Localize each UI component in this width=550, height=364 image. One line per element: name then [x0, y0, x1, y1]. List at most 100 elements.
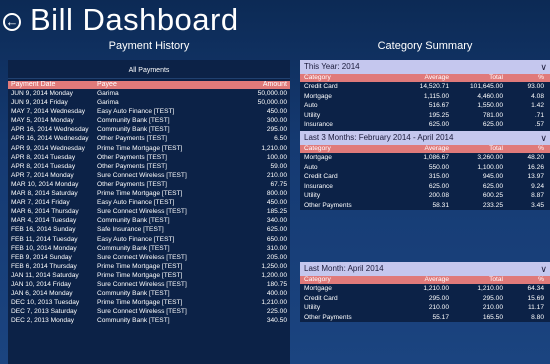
- category-row[interactable]: Insurance 625.00 625.00 .57: [300, 120, 550, 130]
- category-row[interactable]: Other Payments 58.31 233.25 3.45: [300, 201, 550, 211]
- column-header-payment-date[interactable]: Payment Date: [8, 81, 97, 89]
- payment-row[interactable]: MAY 5, 2014 Monday Community Bank [TEST] 3…: [8, 116, 290, 125]
- payment-row[interactable]: FEB 16, 2014 Sunday Safe Insurance [TEST]…: [8, 225, 290, 234]
- amount-cell: 67.75: [270, 180, 287, 188]
- payment-date-cell: MAY 7, 2014 Wednesday: [11, 108, 86, 116]
- payment-row[interactable]: FEB 10, 2014 Monday Community Bank [TEST]…: [8, 244, 290, 253]
- category-row[interactable]: Insurance 625.00 625.00 9.24: [300, 182, 550, 192]
- total-cell: 3,260.00: [477, 154, 503, 161]
- column-header-total[interactable]: Total: [449, 145, 503, 153]
- column-header-average[interactable]: Average: [396, 145, 449, 153]
- average-cell: 625.00: [428, 121, 449, 128]
- chevron-down-icon[interactable]: ∨: [540, 262, 547, 276]
- column-header-category[interactable]: Category: [300, 145, 396, 153]
- payment-row[interactable]: JUN 9, 2014 Monday Garima 50,000.00: [8, 89, 290, 98]
- payee-cell: Community Bank [TEST]: [97, 117, 170, 125]
- payment-filter[interactable]: All Payments: [8, 62, 290, 79]
- payment-table-header: Payment Date Payee Amount: [8, 81, 290, 89]
- category-row[interactable]: Mortgage 1,115.00 4,460.00 4.08: [300, 92, 550, 102]
- payment-row[interactable]: MAR 6, 2014 Thursday Sure Connect Wireles…: [8, 207, 290, 216]
- payment-row[interactable]: FEB 11, 2014 Tuesday Easy Auto Finance [T…: [8, 235, 290, 244]
- payment-row[interactable]: MAR 7, 2014 Friday Easy Auto Finance [TES…: [8, 198, 290, 207]
- payment-date-cell: FEB 9, 2014 Sunday: [11, 253, 72, 261]
- column-header-payee[interactable]: Payee: [97, 81, 225, 89]
- category-cell: Credit Card: [304, 83, 338, 90]
- category-cell: Insurance: [304, 121, 333, 128]
- amount-cell: 800.00: [266, 190, 287, 198]
- payment-date-cell: APR 9, 2014 Wednesday: [11, 144, 85, 152]
- category-row[interactable]: Mortgage 1,210.00 1,210.00 64.34: [300, 284, 550, 294]
- payment-row[interactable]: JAN 6, 2014 Monday Community Bank [TEST] 4…: [8, 289, 290, 298]
- payment-row[interactable]: JAN 11, 2014 Saturday Prime Time Mortgage…: [8, 271, 290, 280]
- payment-row[interactable]: FEB 6, 2014 Thursday Prime Time Mortgage …: [8, 262, 290, 271]
- payment-date-cell: FEB 10, 2014 Monday: [11, 244, 77, 252]
- column-header-average[interactable]: Average: [396, 74, 449, 82]
- payment-row[interactable]: JAN 10, 2014 Friday Sure Connect Wireless…: [8, 280, 290, 289]
- average-cell: 55.17: [432, 313, 449, 321]
- category-row[interactable]: Utility 195.25 781.00 .71: [300, 111, 550, 121]
- category-row[interactable]: Credit Card 14,520.71 101,645.00 93.00: [300, 82, 550, 92]
- payment-row[interactable]: APR 16, 2014 Wednesday Community Bank [TE…: [8, 125, 290, 134]
- payment-row[interactable]: DEC 10, 2013 Tuesday Prime Time Mortgage …: [8, 298, 290, 307]
- payment-row[interactable]: APR 16, 2014 Wednesday Other Payments [TE…: [8, 134, 290, 143]
- payment-date-cell: APR 8, 2014 Tuesday: [11, 153, 76, 161]
- amount-cell: 185.25: [266, 208, 287, 216]
- payment-row[interactable]: MAR 4, 2014 Tuesday Community Bank [TEST]…: [8, 216, 290, 225]
- amount-cell: 1,200.00: [261, 271, 287, 279]
- amount-cell: 450.00: [266, 108, 287, 116]
- column-header-average[interactable]: Average: [396, 276, 449, 284]
- chevron-down-icon[interactable]: ∨: [540, 60, 547, 74]
- category-row[interactable]: Credit Card 295.00 295.00 15.69: [300, 294, 550, 304]
- payment-row[interactable]: APR 8, 2014 Tuesday Other Payments [TEST]…: [8, 162, 290, 171]
- amount-cell: 400.00: [266, 290, 287, 298]
- payment-row[interactable]: DEC 2, 2013 Monday Community Bank [TEST] 3…: [8, 316, 290, 325]
- total-cell: 233.25: [482, 201, 503, 209]
- percent-cell: 15.69: [527, 294, 544, 302]
- payee-cell: Other Payments [TEST]: [97, 153, 167, 161]
- payment-row[interactable]: MAR 10, 2014 Monday Other Payments [TEST]…: [8, 180, 290, 189]
- amount-cell: 210.00: [266, 171, 287, 179]
- payee-cell: Community Bank [TEST]: [97, 317, 170, 325]
- payment-row[interactable]: JUN 9, 2014 Friday Garima 50,000.00: [8, 98, 290, 107]
- payee-cell: Garima: [97, 90, 119, 97]
- percent-cell: 9.24: [531, 182, 544, 190]
- payment-row[interactable]: MAR 8, 2014 Saturday Prime Time Mortgage …: [8, 189, 290, 198]
- payment-row[interactable]: DEC 7, 2013 Saturday Sure Connect Wireles…: [8, 307, 290, 316]
- payment-row[interactable]: APR 9, 2014 Wednesday Prime Time Mortgage…: [8, 144, 290, 153]
- back-button[interactable]: ←: [3, 13, 21, 31]
- payee-cell: Prime Time Mortgage [TEST]: [97, 299, 183, 307]
- column-header-percent[interactable]: %: [503, 74, 548, 82]
- payment-date-cell: JUN 9, 2014 Friday: [11, 99, 68, 107]
- column-header-amount[interactable]: Amount: [225, 81, 290, 89]
- payment-row[interactable]: APR 7, 2014 Monday Sure Connect Wireless …: [8, 171, 290, 180]
- payee-cell: Garima: [97, 99, 119, 107]
- category-row[interactable]: Mortgage 1,086.67 3,260.00 48.20: [300, 153, 550, 163]
- column-header-total[interactable]: Total: [449, 276, 503, 284]
- category-cell: Other Payments: [304, 201, 352, 209]
- category-section: Last Month: April 2014 ∨ Category Average To…: [300, 262, 550, 322]
- category-row[interactable]: Auto 550.00 1,100.00 16.26: [300, 163, 550, 173]
- total-cell: 781.00: [482, 111, 503, 119]
- column-header-category[interactable]: Category: [300, 74, 396, 82]
- category-row[interactable]: Utility 210.00 210.00 11.17: [300, 303, 550, 313]
- total-cell: 295.00: [482, 294, 503, 302]
- percent-cell: .57: [534, 121, 544, 128]
- column-header-percent[interactable]: %: [503, 145, 548, 153]
- period-dropdown[interactable]: Last Month: April 2014 ∨: [300, 262, 550, 276]
- payment-row[interactable]: FEB 9, 2014 Sunday Sure Connect Wireless …: [8, 253, 290, 262]
- payment-row[interactable]: MAY 7, 2014 Wednesday Easy Auto Finance […: [8, 107, 290, 116]
- category-row[interactable]: Credit Card 315.00 945.00 13.97: [300, 172, 550, 182]
- chevron-down-icon[interactable]: ∨: [540, 131, 547, 145]
- category-row[interactable]: Auto 516.67 1,550.00 1.42: [300, 101, 550, 111]
- column-header-category[interactable]: Category: [300, 276, 396, 284]
- period-dropdown[interactable]: This Year: 2014 ∨: [300, 60, 550, 74]
- category-row[interactable]: Other Payments 55.17 165.50 8.80: [300, 313, 550, 323]
- amount-cell: 650.00: [266, 235, 287, 243]
- column-header-percent[interactable]: %: [503, 276, 548, 284]
- period-dropdown[interactable]: Last 3 Months: February 2014 - April 201…: [300, 131, 550, 145]
- payment-list[interactable]: JUN 9, 2014 Monday Garima 50,000.00 JUN 9, …: [8, 89, 290, 325]
- payment-row[interactable]: APR 8, 2014 Tuesday Other Payments [TEST]…: [8, 153, 290, 162]
- category-row[interactable]: Utility 200.08 600.25 8.87: [300, 191, 550, 201]
- average-cell: 210.00: [428, 304, 449, 311]
- column-header-total[interactable]: Total: [449, 74, 503, 82]
